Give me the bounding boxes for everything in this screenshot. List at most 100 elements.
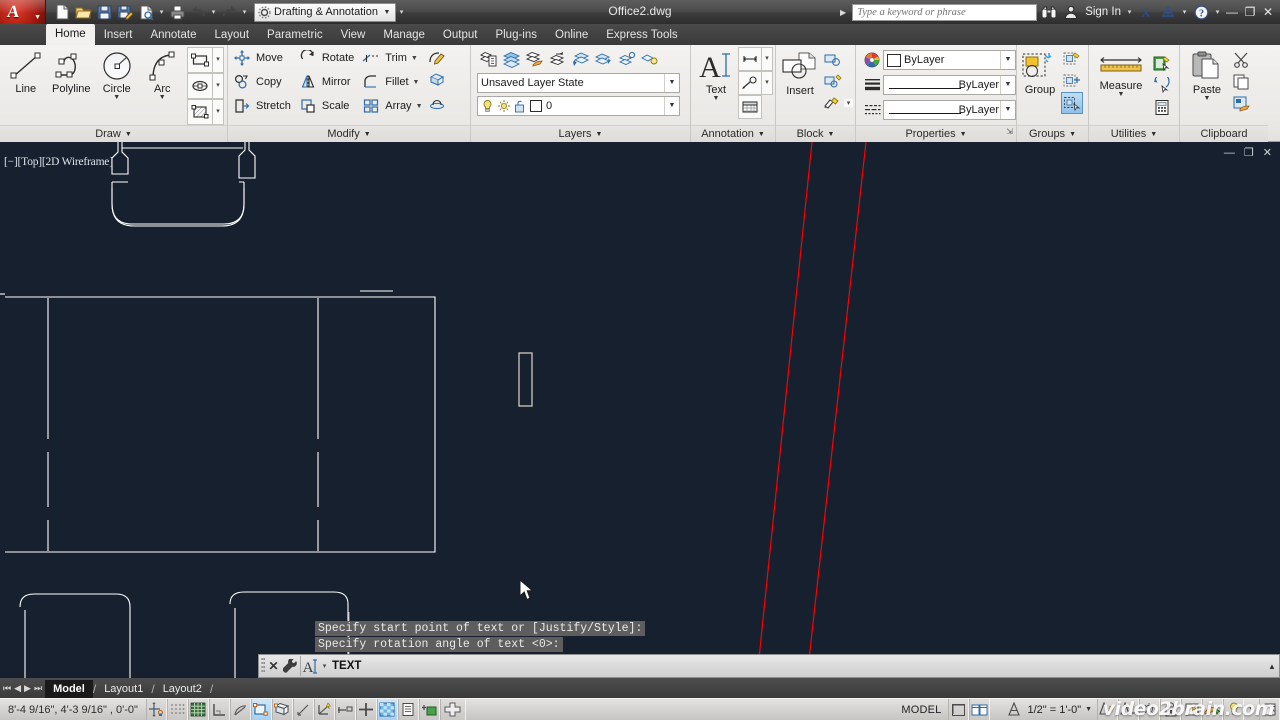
quick-calc-select-icon[interactable] <box>1151 74 1173 96</box>
clean-screen-icon[interactable] <box>1259 699 1280 720</box>
dimension-flyout[interactable]: ▾ <box>738 47 773 71</box>
layer-state-combo[interactable]: Unsaved Layer State ▼ <box>477 73 680 93</box>
qat-customize-chevron-icon[interactable]: ▾ <box>397 8 406 16</box>
copy-pages-icon[interactable] <box>1230 70 1252 92</box>
paste-chevron-down-icon[interactable]: ▼ <box>1204 95 1211 102</box>
rotate-button[interactable]: Rotate <box>297 46 354 70</box>
command-line-scroll-up-button[interactable]: ▲ <box>1265 662 1279 671</box>
viewport-minimize-button[interactable]: — <box>1224 147 1235 159</box>
fillet-chevron-down-icon[interactable]: ▼ <box>413 79 420 86</box>
user-account-icon[interactable] <box>1061 2 1081 22</box>
group-button[interactable]: Group <box>1020 48 1060 96</box>
3d-object-snap-toggle[interactable] <box>271 699 293 720</box>
object-color-combo[interactable]: ByLayer ▼ <box>883 50 1016 70</box>
circle-button[interactable]: Circle ▼ <box>94 47 140 101</box>
coordinates-display[interactable]: 8'-4 9/16", 4'-3 9/16" , 0'-0" <box>0 704 146 716</box>
layout-tab-layout1[interactable]: Layout1 <box>96 681 151 698</box>
autodesk-360-chevron-icon[interactable]: ▾ <box>1180 8 1189 16</box>
isolate-objects-toggle[interactable] <box>439 699 466 720</box>
tab-express-tools[interactable]: Express Tools <box>597 25 686 45</box>
wrench-icon[interactable] <box>281 658 300 674</box>
command-history-chevron-down-icon[interactable]: ▾ <box>323 662 327 670</box>
chevron-down-icon[interactable]: ▼ <box>664 97 679 115</box>
layer-make-current-icon[interactable] <box>569 48 591 70</box>
move-button[interactable]: Move <box>231 46 291 70</box>
lineweight-stack-icon[interactable] <box>861 74 883 96</box>
calculator-icon[interactable] <box>1151 96 1173 118</box>
viewport-label[interactable]: [−][Top][2D Wireframe] <box>4 156 113 168</box>
trim-chevron-down-icon[interactable]: ▼ <box>411 55 418 62</box>
tab-manage[interactable]: Manage <box>374 25 434 45</box>
model-space-label[interactable]: MODEL <box>894 704 948 716</box>
panel-title-annotation[interactable]: Annotation ▼ <box>691 125 775 142</box>
status-bar-menu-icon[interactable] <box>1223 699 1245 720</box>
search-box[interactable] <box>852 3 1038 21</box>
chevron-down-icon[interactable]: ▼ <box>1000 101 1015 119</box>
redo-chevron-down-icon[interactable]: ▾ <box>240 8 249 16</box>
panel-title-draw[interactable]: Draw ▼ <box>0 125 227 142</box>
layer-list-icon[interactable] <box>500 48 522 70</box>
toolbar-lock-icon[interactable] <box>1160 699 1182 720</box>
tab-plug-ins[interactable]: Plug-ins <box>486 25 546 45</box>
polar-tracking-toggle[interactable] <box>229 699 251 720</box>
plot-preview-chevron-down-icon[interactable]: ▾ <box>157 8 166 16</box>
annotation-monitor-toggle[interactable] <box>418 699 440 720</box>
hatch-chevron-down-icon[interactable]: ▾ <box>213 99 224 125</box>
binoculars-icon[interactable] <box>1039 2 1059 22</box>
fillet-button[interactable]: Fillet ▼ <box>360 70 422 94</box>
table-button[interactable] <box>738 95 773 119</box>
edit-attribute-icon[interactable] <box>822 70 844 92</box>
panel-title-modify[interactable]: Modify ▼ <box>228 125 470 142</box>
trim-button[interactable]: Trim ▼ <box>360 46 422 70</box>
ellipse-flyout[interactable]: ▾ <box>187 73 224 99</box>
panel-title-layers[interactable]: Layers ▼ <box>471 125 690 142</box>
leader-chevron-down-icon[interactable]: ▾ <box>762 71 773 95</box>
drawing-canvas[interactable]: [−][Top][2D Wireframe] — ❐ ✕ <box>0 142 1280 678</box>
selection-cycling-toggle[interactable] <box>397 699 419 720</box>
undo-icon[interactable] <box>188 2 208 22</box>
grid-display-toggle[interactable] <box>187 699 209 720</box>
object-snap-tracking-toggle[interactable] <box>292 699 314 720</box>
chevron-down-icon[interactable]: ▼ <box>1000 76 1015 94</box>
panel-title-properties[interactable]: Properties ▼ ⇲ <box>856 125 1016 142</box>
tab-home[interactable]: Home <box>46 24 95 45</box>
snap-mode-toggle[interactable] <box>166 699 188 720</box>
dimension-icon[interactable] <box>738 47 762 71</box>
workspace-switcher[interactable]: Drafting & Annotation ▼ <box>254 2 396 22</box>
auto-scale-icon[interactable] <box>1118 699 1140 720</box>
color-wheel-icon[interactable] <box>861 49 883 71</box>
previous-layout-button[interactable]: ◀ <box>14 683 21 694</box>
annotation-visibility-icon[interactable] <box>1097 699 1119 720</box>
exchange-apps-icon[interactable]: X <box>1136 2 1156 22</box>
polyline-button[interactable]: Polyline <box>49 47 95 95</box>
open-icon[interactable] <box>73 2 93 22</box>
command-line-grip[interactable] <box>259 655 266 677</box>
ellipse-chevron-down-icon[interactable]: ▾ <box>213 73 224 99</box>
quick-select-icon[interactable] <box>1151 52 1173 74</box>
rectangle-chevron-down-icon[interactable]: ▾ <box>213 47 224 73</box>
annotation-scale-chevron-down-icon[interactable]: ▼ <box>1084 706 1097 713</box>
autodesk-360-icon[interactable] <box>1158 2 1178 22</box>
sign-in-button[interactable]: Sign In <box>1083 6 1123 18</box>
panel-title-groups[interactable]: Groups ▼ <box>1017 125 1088 142</box>
sign-in-chevron-down-icon[interactable]: ▾ <box>1125 8 1134 16</box>
stretch-button[interactable]: Stretch <box>231 94 291 118</box>
hatch-icon[interactable] <box>187 99 213 125</box>
command-input[interactable]: TEXT <box>327 660 361 672</box>
leader-icon[interactable] <box>738 71 762 95</box>
lineweight-toggle[interactable] <box>355 699 377 720</box>
properties-dialog-launcher[interactable]: ⇲ <box>1006 123 1013 140</box>
first-layout-button[interactable]: ⏮ <box>3 683 11 694</box>
layer-match-icon[interactable] <box>523 48 545 70</box>
annotation-scale-value[interactable]: 1/2" = 1'-0" <box>1024 704 1084 716</box>
minimize-button[interactable]: — <box>1224 5 1240 19</box>
copy-button[interactable]: Copy <box>231 70 291 94</box>
paste-special-icon[interactable] <box>1230 92 1252 114</box>
ellipse-icon[interactable] <box>187 73 213 99</box>
paste-button[interactable]: Paste ▼ <box>1185 48 1229 102</box>
measure-chevron-down-icon[interactable]: ▼ <box>1118 91 1125 98</box>
tab-output[interactable]: Output <box>434 25 487 45</box>
insert-button[interactable]: Insert <box>779 48 821 97</box>
status-bar-chevron-down-icon[interactable]: ▼ <box>1244 706 1259 713</box>
text-button[interactable]: A Text ▼ <box>695 47 737 102</box>
